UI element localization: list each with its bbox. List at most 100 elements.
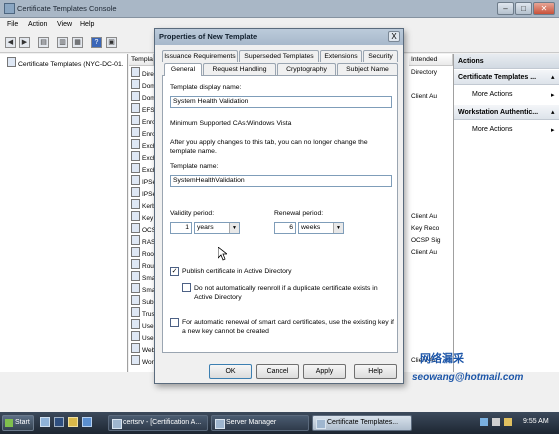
template-icon <box>131 139 140 149</box>
help-button[interactable]: Help <box>354 364 397 379</box>
smartcard-renewal-checkbox[interactable] <box>170 318 179 327</box>
window-title-bar[interactable]: Certificate Templates Console – □ ✕ <box>0 0 559 18</box>
back-arrow-icon[interactable]: ◀ <box>5 37 16 48</box>
cancel-button[interactable]: Cancel <box>256 364 299 379</box>
table-row[interactable]: OCS <box>129 223 154 235</box>
ok-button[interactable]: OK <box>209 364 252 379</box>
publish-checkbox[interactable]: ✓ <box>170 267 179 276</box>
renewal-period-label: Renewal period: <box>274 210 324 217</box>
menu-action[interactable]: Action <box>28 21 47 28</box>
clock[interactable]: 9:55 AM <box>523 418 549 425</box>
table-row[interactable]: Dire <box>129 67 154 79</box>
template-icon <box>131 319 140 329</box>
actions-section-header[interactable]: Certificate Templates ... <box>454 70 559 85</box>
more-actions-link[interactable]: More Actions <box>472 126 512 133</box>
network-tray-icon[interactable] <box>480 418 488 426</box>
minimize-button[interactable]: – <box>497 2 514 15</box>
collapse-arrow-icon[interactable]: ▴ <box>551 73 555 81</box>
table-row[interactable]: Dom <box>129 79 154 91</box>
help-icon[interactable]: ? <box>91 37 102 48</box>
table-row[interactable]: Exch <box>129 163 154 175</box>
table-row[interactable]: Enro <box>129 127 154 139</box>
menu-file[interactable]: File <box>7 21 18 28</box>
general-tab-panel: Template display name: System Health Val… <box>162 75 398 353</box>
server-manager-quicklaunch-icon[interactable] <box>40 417 50 427</box>
display-name-input[interactable]: System Health Validation <box>170 96 392 108</box>
table-row[interactable]: Roo <box>129 247 154 259</box>
more-actions-link[interactable]: More Actions <box>472 91 512 98</box>
export-list-icon[interactable]: ▦ <box>72 37 83 48</box>
dropdown-arrow-icon[interactable]: ▼ <box>229 223 239 233</box>
table-row[interactable]: Web <box>129 343 154 355</box>
table-row[interactable]: Enro <box>129 115 154 127</box>
tab-request-handling[interactable]: Request Handling <box>203 63 276 75</box>
properties-icon[interactable]: ▣ <box>106 37 117 48</box>
table-row[interactable]: Sub <box>129 295 154 307</box>
template-name: Use <box>142 323 154 330</box>
reenroll-checkbox[interactable] <box>182 283 191 292</box>
intended-purpose-cell <box>411 127 453 139</box>
table-row[interactable]: RAS <box>129 235 154 247</box>
explorer-quicklaunch-icon[interactable] <box>68 417 78 427</box>
template-icon <box>131 67 140 77</box>
volume-tray-icon[interactable] <box>492 418 500 426</box>
template-name-input[interactable]: SystemHealthValidation <box>170 175 392 187</box>
close-button[interactable]: ✕ <box>533 2 555 15</box>
dropdown-arrow-icon[interactable]: ▼ <box>333 223 343 233</box>
table-row[interactable]: Exch <box>129 139 154 151</box>
table-row[interactable]: Exch <box>129 151 154 163</box>
table-row[interactable]: Wor <box>129 355 154 367</box>
validity-period-input[interactable]: 1 <box>170 222 192 234</box>
tab-security[interactable]: Security <box>363 50 398 62</box>
template-icon <box>131 103 140 113</box>
table-row[interactable]: IPSe <box>129 175 154 187</box>
table-row[interactable]: Sma <box>129 283 154 295</box>
dialog-title-bar[interactable]: Properties of New Template X <box>155 29 403 45</box>
tree-item-certificate-templates[interactable]: Certificate Templates (NYC-DC-01. <box>5 57 124 68</box>
taskbar-item-server-manager[interactable]: Server Manager <box>211 415 309 431</box>
column-header-intended[interactable]: Intended <box>409 54 453 66</box>
table-row[interactable]: Use <box>129 331 154 343</box>
renewal-unit-select[interactable]: weeks ▼ <box>298 222 344 234</box>
table-row[interactable]: Sma <box>129 271 154 283</box>
notification-tray-icon[interactable] <box>504 418 512 426</box>
tab-subject-name[interactable]: Subject Name <box>337 63 398 75</box>
tab-cryptography[interactable]: Cryptography <box>277 63 336 75</box>
ie-quicklaunch-icon[interactable] <box>82 417 92 427</box>
tab-extensions[interactable]: Extensions <box>320 50 362 62</box>
table-row[interactable]: Key <box>129 211 154 223</box>
actions-section-header[interactable]: Workstation Authentic... <box>454 105 559 120</box>
watermark-email: seowang@hotmail.com <box>412 372 524 383</box>
menu-view[interactable]: View <box>57 21 72 28</box>
template-name-label: Template name: <box>170 163 219 170</box>
dialog-close-icon[interactable]: X <box>388 31 400 42</box>
validity-unit-select[interactable]: years ▼ <box>194 222 240 234</box>
table-row[interactable]: Kerb <box>129 199 154 211</box>
template-icon <box>131 283 140 293</box>
forward-arrow-icon[interactable]: ▶ <box>19 37 30 48</box>
start-button[interactable]: Start <box>2 415 34 431</box>
table-row[interactable]: Trus <box>129 307 154 319</box>
renewal-period-input[interactable]: 6 <box>274 222 296 234</box>
taskbar-item-certsrv[interactable]: certsrv - [Certification A... <box>108 415 208 431</box>
table-row[interactable]: Use <box>129 319 154 331</box>
powershell-quicklaunch-icon[interactable] <box>54 417 64 427</box>
template-name: IPSe <box>142 179 154 186</box>
maximize-button[interactable]: □ <box>515 2 532 15</box>
table-row[interactable]: IPSe <box>129 187 154 199</box>
tab-issuance-requirements[interactable]: Issuance Requirements <box>162 50 238 62</box>
up-folder-icon[interactable]: ▤ <box>38 37 49 48</box>
template-name: Enro <box>142 119 154 126</box>
table-row[interactable]: EFS <box>129 103 154 115</box>
apply-button[interactable]: Apply <box>303 364 346 379</box>
folder-icon <box>7 57 16 67</box>
table-row[interactable]: Rou <box>129 259 154 271</box>
tab-general[interactable]: General <box>164 63 202 76</box>
show-hide-tree-icon[interactable]: ▥ <box>57 37 68 48</box>
taskbar-item-certificate-templates[interactable]: Certificate Templates... <box>312 415 412 431</box>
collapse-arrow-icon[interactable]: ▴ <box>551 108 555 116</box>
tab-superseded-templates[interactable]: Superseded Templates <box>239 50 319 62</box>
column-header-template[interactable]: Templa <box>129 54 154 66</box>
menu-help[interactable]: Help <box>80 21 94 28</box>
table-row[interactable]: Dom <box>129 91 154 103</box>
